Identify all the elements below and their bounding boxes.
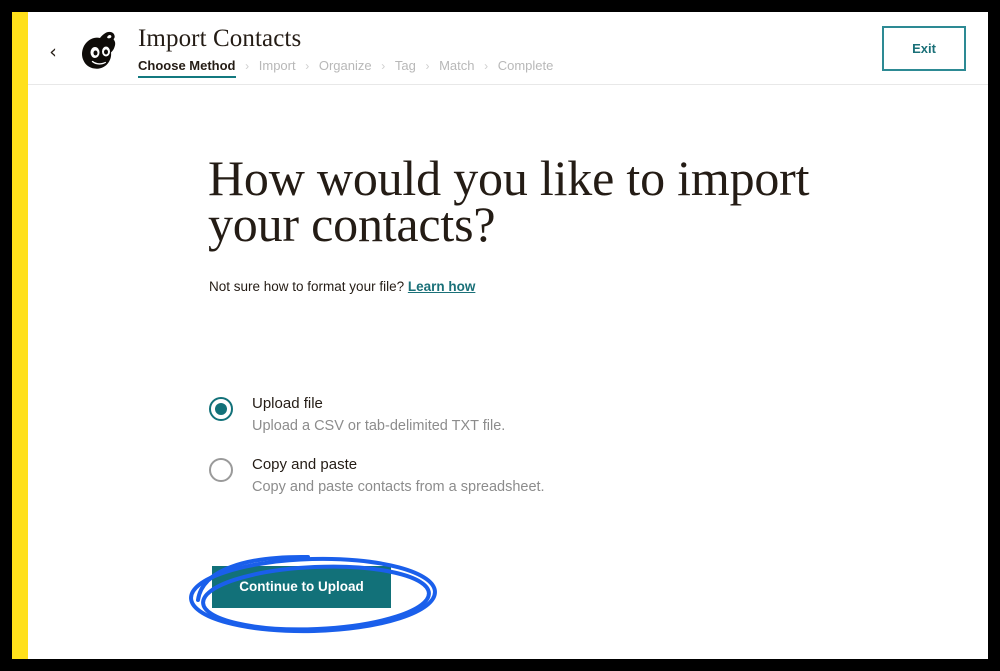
option-label: Upload file: [252, 395, 323, 412]
format-help-text: Not sure how to format your file? Learn …: [209, 278, 475, 296]
header-title-block: Import Contacts Choose Method › Import ›…: [138, 24, 553, 78]
breadcrumb-item-organize[interactable]: Organize: [319, 57, 372, 75]
breadcrumb-separator-icon: ›: [245, 59, 250, 73]
radio-upload-file[interactable]: [209, 397, 233, 421]
breadcrumb-separator-icon: ›: [484, 59, 489, 73]
screenshot-frame: ‹ Import Contacts Choose Method › Import…: [0, 0, 1000, 671]
breadcrumb-item-import[interactable]: Import: [259, 57, 296, 75]
main-content: How would you like to import your contac…: [28, 85, 988, 659]
breadcrumb-item-choose-method[interactable]: Choose Method: [138, 57, 236, 78]
import-method-options: Upload file Upload a CSV or tab-delimite…: [209, 393, 749, 515]
page-title: Import Contacts: [138, 25, 302, 52]
app-window: ‹ Import Contacts Choose Method › Import…: [12, 12, 988, 659]
breadcrumb-item-tag[interactable]: Tag: [395, 57, 416, 75]
app-body: ‹ Import Contacts Choose Method › Import…: [28, 12, 988, 659]
option-description: Copy and paste contacts from a spreadshe…: [252, 479, 545, 495]
cta-area: Continue to Upload: [168, 540, 468, 650]
breadcrumb-separator-icon: ›: [425, 59, 430, 73]
breadcrumb-separator-icon: ›: [305, 59, 310, 73]
option-label: Copy and paste: [252, 456, 358, 473]
page-headline: How would you like to import your contac…: [208, 150, 810, 252]
option-copy-and-paste[interactable]: Copy and paste Copy and paste contacts f…: [209, 454, 749, 508]
continue-to-upload-button[interactable]: Continue to Upload: [212, 566, 391, 608]
mailchimp-freddie-logo: [75, 25, 125, 75]
breadcrumb-item-complete[interactable]: Complete: [498, 57, 554, 75]
breadcrumb: Choose Method › Import › Organize › Tag …: [138, 57, 553, 78]
format-help-label: Not sure how to format your file?: [209, 279, 405, 294]
option-upload-file[interactable]: Upload file Upload a CSV or tab-delimite…: [209, 393, 749, 447]
option-description: Upload a CSV or tab-delimited TXT file.: [252, 418, 506, 434]
radio-copy-and-paste[interactable]: [209, 458, 233, 482]
breadcrumb-separator-icon: ›: [381, 59, 386, 73]
back-chevron-icon[interactable]: ‹: [44, 42, 62, 62]
app-header: ‹ Import Contacts Choose Method › Import…: [28, 12, 988, 85]
breadcrumb-item-match[interactable]: Match: [439, 57, 474, 75]
brand-stripe: [12, 12, 28, 659]
learn-how-link[interactable]: Learn how: [408, 279, 476, 294]
exit-button[interactable]: Exit: [882, 26, 966, 71]
